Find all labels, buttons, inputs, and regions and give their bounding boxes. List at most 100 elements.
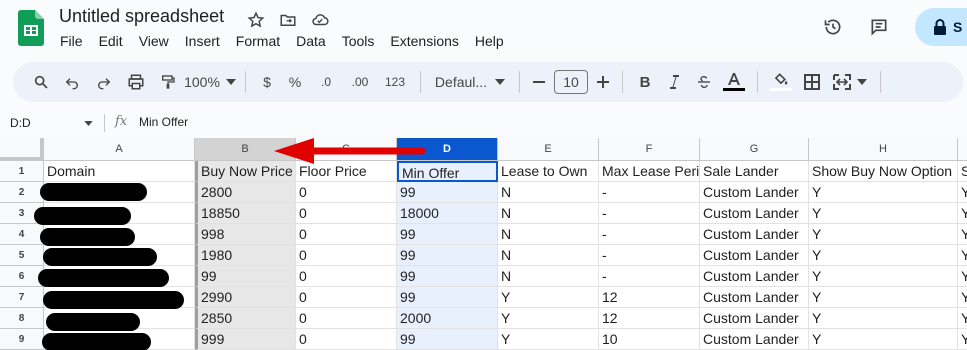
table-cell[interactable]: Y	[498, 308, 599, 329]
table-cell[interactable]: 12	[599, 287, 700, 308]
menu-data[interactable]: Data	[296, 33, 326, 49]
column-header-g[interactable]: G	[700, 138, 809, 161]
spreadsheet-grid[interactable]: ABCDEFGHI 1DomainBuy Now PriceFloor Pric…	[0, 138, 967, 350]
table-cell[interactable]: 0	[296, 224, 397, 245]
table-cell[interactable]: Custom Lander	[700, 224, 809, 245]
font-select[interactable]: Defaul...	[429, 68, 511, 96]
table-cell[interactable]: Y	[809, 287, 958, 308]
decrease-font-size-icon[interactable]	[528, 68, 550, 96]
header-cell[interactable]: Domain	[44, 161, 195, 182]
table-cell[interactable]: -	[599, 224, 700, 245]
version-history-icon[interactable]	[823, 17, 843, 37]
print-icon[interactable]	[119, 68, 153, 96]
table-cell[interactable]: Y	[809, 266, 958, 287]
table-cell[interactable]: Y	[958, 245, 967, 266]
select-all-corner[interactable]	[0, 138, 44, 161]
row-header[interactable]: 8	[0, 308, 44, 329]
font-size-input[interactable]: 10	[554, 70, 588, 94]
table-cell[interactable]: Y	[809, 224, 958, 245]
table-cell[interactable]: 99	[397, 182, 498, 203]
header-cell[interactable]: Lease to Own	[498, 161, 599, 182]
more-formats-button[interactable]: 123	[378, 68, 412, 96]
italic-icon[interactable]	[659, 68, 689, 96]
row-header[interactable]: 7	[0, 287, 44, 308]
table-cell[interactable]: 18850	[195, 203, 296, 224]
table-cell[interactable]: 99	[397, 245, 498, 266]
increase-decimal-button[interactable]: .00	[342, 68, 378, 96]
table-cell[interactable]: 0	[296, 329, 397, 350]
fill-color-icon[interactable]	[766, 68, 796, 96]
table-cell[interactable]: 18000	[397, 203, 498, 224]
text-color-icon[interactable]	[719, 68, 749, 96]
table-cell[interactable]: 99	[397, 329, 498, 350]
table-cell[interactable]: 0	[296, 203, 397, 224]
table-cell[interactable]: Y	[809, 329, 958, 350]
table-cell[interactable]: Custom Lander	[700, 308, 809, 329]
table-cell[interactable]: Y	[958, 182, 967, 203]
table-cell[interactable]: Y	[498, 287, 599, 308]
table-cell[interactable]: Custom Lander	[700, 182, 809, 203]
table-cell[interactable]: Y	[958, 308, 967, 329]
table-cell[interactable]: 999	[195, 329, 296, 350]
table-cell[interactable]: N	[498, 182, 599, 203]
table-cell[interactable]: Custom Lander	[700, 329, 809, 350]
header-cell[interactable]: Sale Lander	[700, 161, 809, 182]
bold-button[interactable]: B	[631, 68, 659, 96]
table-cell[interactable]: N	[498, 266, 599, 287]
strikethrough-icon[interactable]	[689, 68, 719, 96]
table-cell[interactable]: Custom Lander	[700, 287, 809, 308]
menu-file[interactable]: File	[60, 33, 83, 49]
table-cell[interactable]: Custom Lander	[700, 245, 809, 266]
menu-insert[interactable]: Insert	[185, 33, 220, 49]
currency-format-button[interactable]: $	[254, 68, 280, 96]
table-cell[interactable]: 998	[195, 224, 296, 245]
table-cell[interactable]: Y	[498, 329, 599, 350]
table-cell[interactable]: N	[498, 224, 599, 245]
column-header-e[interactable]: E	[498, 138, 599, 161]
row-header[interactable]: 2	[0, 182, 44, 203]
table-cell[interactable]: -	[599, 266, 700, 287]
table-cell[interactable]: -	[599, 203, 700, 224]
row-header[interactable]: 1	[0, 161, 44, 182]
table-cell[interactable]: Y	[958, 329, 967, 350]
undo-icon[interactable]	[55, 68, 89, 96]
row-header[interactable]: 4	[0, 224, 44, 245]
table-cell[interactable]: Y	[958, 224, 967, 245]
table-cell[interactable]: 10	[599, 329, 700, 350]
share-button[interactable]: S	[915, 8, 967, 46]
borders-icon[interactable]	[796, 68, 828, 96]
table-cell[interactable]: 1980	[195, 245, 296, 266]
table-cell[interactable]: 99	[397, 224, 498, 245]
search-menus-icon[interactable]	[27, 68, 55, 96]
table-cell[interactable]: 2850	[195, 308, 296, 329]
header-cell[interactable]: Max Lease Perio	[599, 161, 700, 182]
table-cell[interactable]: Y	[958, 203, 967, 224]
menu-format[interactable]: Format	[236, 33, 280, 49]
column-header-f[interactable]: F	[599, 138, 700, 161]
document-title[interactable]: Untitled spreadsheet	[59, 6, 224, 27]
redo-icon[interactable]	[89, 68, 119, 96]
table-cell[interactable]: N	[498, 203, 599, 224]
menu-extensions[interactable]: Extensions	[390, 33, 458, 49]
menu-view[interactable]: View	[139, 33, 169, 49]
table-cell[interactable]: 2800	[195, 182, 296, 203]
zoom-select[interactable]: 100%	[183, 68, 237, 96]
table-cell[interactable]: Y	[809, 308, 958, 329]
table-cell[interactable]: Y	[809, 182, 958, 203]
paint-format-icon[interactable]	[153, 68, 183, 96]
increase-font-size-icon[interactable]	[592, 68, 614, 96]
table-cell[interactable]: Y	[809, 245, 958, 266]
comments-icon[interactable]	[869, 17, 889, 37]
column-header-h[interactable]: H	[809, 138, 958, 161]
table-cell[interactable]: Custom Lander	[700, 266, 809, 287]
table-cell[interactable]: Custom Lander	[700, 203, 809, 224]
table-cell[interactable]: 0	[296, 182, 397, 203]
table-cell[interactable]: 2000	[397, 308, 498, 329]
table-cell[interactable]: -	[599, 182, 700, 203]
sheets-logo-icon[interactable]	[18, 10, 44, 46]
header-cell[interactable]: Buy Now Price	[195, 161, 296, 182]
table-cell[interactable]: 2990	[195, 287, 296, 308]
table-cell[interactable]: -	[599, 245, 700, 266]
table-cell[interactable]: 99	[195, 266, 296, 287]
table-cell[interactable]: 0	[296, 287, 397, 308]
